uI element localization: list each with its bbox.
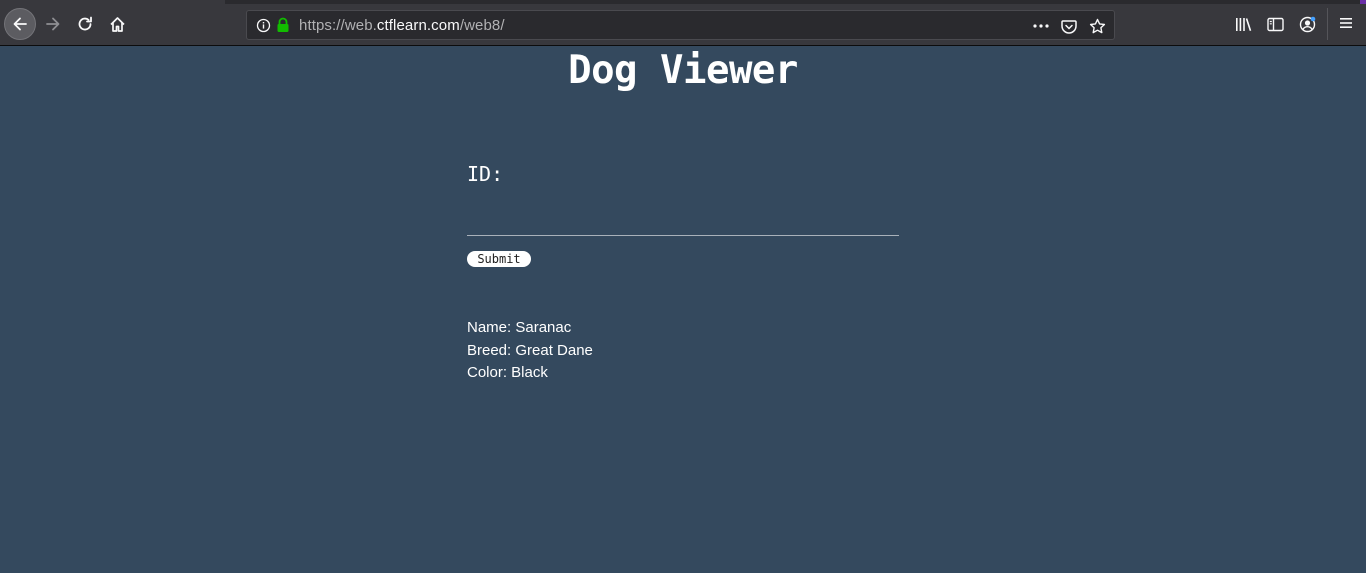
tab-strip [225, 0, 1366, 4]
url-path: /web8/ [459, 17, 505, 34]
url-actions [1032, 17, 1106, 35]
tab-strip-accent [1360, 0, 1366, 4]
forward-button[interactable] [38, 9, 68, 39]
menu-button[interactable] [1338, 15, 1356, 33]
url-text[interactable]: https://web.ctflearn.com/web8/ [299, 17, 505, 34]
page-actions-icon[interactable] [1032, 17, 1050, 35]
back-icon [13, 17, 27, 31]
id-label: ID: [467, 162, 504, 186]
bookmark-star-icon[interactable] [1088, 17, 1106, 35]
info-icon[interactable] [256, 18, 271, 37]
dog-id-form: ID: Submit [467, 162, 899, 267]
url-prefix: web. [344, 17, 377, 34]
home-button[interactable] [102, 9, 132, 39]
browser-toolbar: https://web.ctflearn.com/web8/ [0, 0, 1366, 46]
dog-color: Color: Black [467, 364, 548, 381]
reload-icon [78, 16, 92, 31]
id-input[interactable] [467, 200, 899, 236]
pocket-icon[interactable] [1060, 17, 1078, 35]
submit-button[interactable]: Submit [467, 251, 531, 267]
toolbar-separator [1327, 8, 1328, 40]
dog-result: Name: Saranac Breed: Great Dane Color: B… [467, 317, 593, 385]
library-icon[interactable] [1234, 15, 1252, 33]
url-scheme: https:// [299, 17, 345, 34]
reload-button[interactable] [70, 9, 100, 39]
account-icon[interactable] [1298, 15, 1316, 33]
toolbar-right-icons [1234, 15, 1330, 33]
menu-icon [1340, 18, 1352, 28]
url-bar[interactable]: https://web.ctflearn.com/web8/ [246, 10, 1115, 40]
url-host: ctflearn.com [376, 17, 460, 34]
page-title: Dog Viewer [568, 48, 798, 93]
back-button[interactable] [4, 8, 36, 40]
dog-breed: Breed: Great Dane [467, 341, 593, 359]
dog-name: Name: Saranac [467, 319, 572, 336]
sidebar-icon[interactable] [1266, 15, 1284, 33]
home-icon [109, 16, 125, 32]
forward-icon [46, 17, 60, 31]
lock-icon[interactable] [276, 17, 290, 37]
